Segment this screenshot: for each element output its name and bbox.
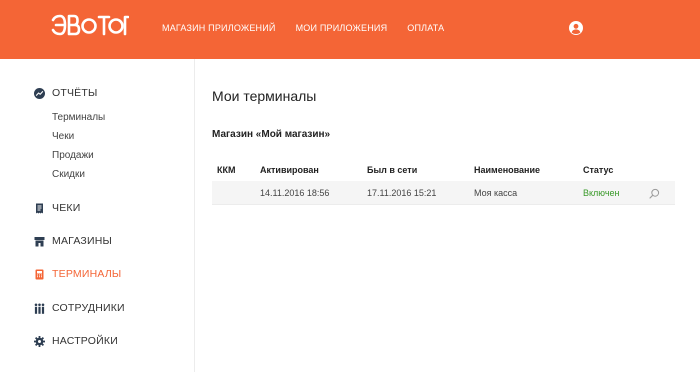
column-header-name: Наименование [474,165,541,175]
sidebar-subitem-receipts[interactable]: Чеки [52,131,74,143]
table-row[interactable]: 14.11.2016 18:56 17.11.2016 15:21 Моя ка… [212,181,675,205]
column-header-last-seen: Был в сети [367,165,418,175]
logo-mark-icon [51,14,129,36]
sidebar-item-receipts[interactable]: ЧЕКИ [34,200,80,216]
sidebar: ОТЧЁТЫ Терминалы Чеки Продажи Скидки ЧЕК… [0,59,195,372]
page-title: Мои терминалы [212,88,317,104]
chart-icon [34,87,45,99]
sidebar-item-settings[interactable]: НАСТРОЙКИ [34,333,118,349]
sidebar-item-staff[interactable]: СОТРУДНИКИ [34,300,125,316]
logo[interactable]: ЭВОТОР [51,14,129,36]
sidebar-item-label: ТЕРМИНАЛЫ [52,268,122,280]
status-badge: Включен [583,188,620,198]
top-nav: МАГАЗИН ПРИЛОЖЕНИЙ МОИ ПРИЛОЖЕНИЯ ОПЛАТА [162,22,444,34]
cell-name: Моя касса [474,188,518,198]
column-header-activated: Активирован [260,165,319,175]
terminal-icon [35,269,44,279]
sidebar-item-stores[interactable]: МАГАЗИНЫ [34,233,112,249]
receipt-icon [36,203,43,213]
nav-payment[interactable]: ОПЛАТА [407,22,444,34]
staff-icon [34,303,45,314]
sidebar-item-label: СОТРУДНИКИ [52,302,125,314]
cell-last-seen: 17.11.2016 15:21 [367,188,437,198]
sidebar-subitem-discounts[interactable]: Скидки [52,169,85,181]
sidebar-item-label: ЧЕКИ [52,202,81,214]
gear-icon [34,335,45,347]
nav-my-apps[interactable]: МОИ ПРИЛОЖЕНИЯ [296,22,388,34]
nav-app-store[interactable]: МАГАЗИН ПРИЛОЖЕНИЙ [162,22,276,34]
column-header-status: Статус [583,165,614,175]
search-icon[interactable] [649,188,660,199]
sidebar-item-label: ОТЧЁТЫ [52,87,98,99]
sidebar-subitem-terminals[interactable]: Терминалы [52,112,105,124]
table-header: ККМ Активирован Был в сети Наименование … [212,159,675,181]
sidebar-subitem-sales[interactable]: Продажи [52,150,94,162]
sidebar-item-reports[interactable]: ОТЧЁТЫ [34,85,98,101]
user-circle-icon[interactable] [569,21,583,35]
cell-activated: 14.11.2016 18:56 [260,188,330,198]
sidebar-item-label: МАГАЗИНЫ [52,235,112,247]
sidebar-item-terminals[interactable]: ТЕРМИНАЛЫ [34,266,121,282]
column-header-kkm: ККМ [217,165,236,175]
store-icon [34,236,45,246]
top-bar: ЭВОТОР МАГАЗИН ПРИЛОЖЕНИЙ МОИ ПРИЛОЖЕНИЯ… [0,0,700,59]
sidebar-item-label: НАСТРОЙКИ [52,335,118,347]
terminals-table: ККМ Активирован Был в сети Наименование … [212,159,675,205]
store-title: Магазин «Мой магазин» [212,129,331,140]
